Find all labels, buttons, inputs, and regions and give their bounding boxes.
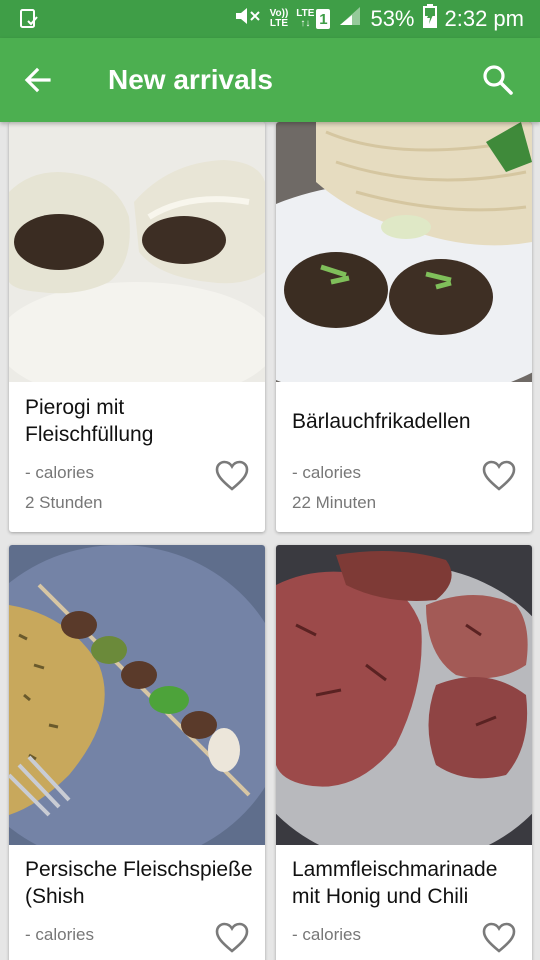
clock: 2:32 pm [444, 6, 525, 31]
status-bar: Vo)) LTE LTE ↑↓ 1 53% 2:32 pm [0, 0, 540, 38]
recipe-grid: Pierogi mit Fleischfüllung - calories 2 … [0, 122, 540, 960]
favorite-heart-icon[interactable] [215, 922, 249, 954]
recipe-card[interactable]: Bärlauchfrikadellen - calories 22 Minute… [276, 122, 532, 532]
recipe-time: 22 Minuten [292, 493, 377, 512]
recipe-photo [9, 122, 265, 382]
favorite-heart-icon[interactable] [482, 922, 516, 954]
recipe-title: Pierogi mit Fleischfüllung [25, 396, 154, 446]
sim-slot-badge: 1 [316, 9, 331, 29]
recipe-title: Persische Fleischspieße (Shish [25, 858, 253, 908]
notification-icon [18, 8, 40, 35]
favorite-heart-icon[interactable] [482, 460, 516, 492]
recipe-card[interactable]: Pierogi mit Fleischfüllung - calories 2 … [9, 122, 265, 532]
recipe-card[interactable]: Persische Fleischspieße (Shish - calorie… [9, 545, 265, 960]
app-bar: New arrivals [0, 38, 540, 122]
recipe-calories: - calories [25, 463, 94, 482]
recipe-calories: - calories [292, 925, 361, 944]
recipe-calories: - calories [25, 925, 94, 944]
recipe-time: 2 Stunden [25, 493, 103, 512]
signal-strength-icon [338, 5, 362, 33]
page-title: New arrivals [108, 64, 273, 95]
recipe-title: Bärlauchfrikadellen [292, 410, 471, 433]
lte-signal-indicator: LTE ↑↓ 1 [296, 9, 331, 29]
volte-indicator: Vo)) LTE [269, 8, 289, 29]
recipe-calories: - calories [292, 463, 361, 482]
back-arrow-icon[interactable] [20, 62, 56, 98]
recipe-card[interactable]: Lammfleischmarinade mit Honig und Chili … [276, 545, 532, 960]
recipe-title: Lammfleischmarinade mit Honig und Chili [292, 858, 498, 908]
battery-icon [422, 4, 437, 34]
recipe-photo [276, 545, 532, 845]
mute-icon [232, 5, 262, 33]
recipe-photo [276, 122, 532, 382]
battery-percent: 53% [370, 6, 415, 31]
search-icon[interactable] [480, 62, 516, 98]
recipe-photo [9, 545, 265, 845]
favorite-heart-icon[interactable] [215, 460, 249, 492]
